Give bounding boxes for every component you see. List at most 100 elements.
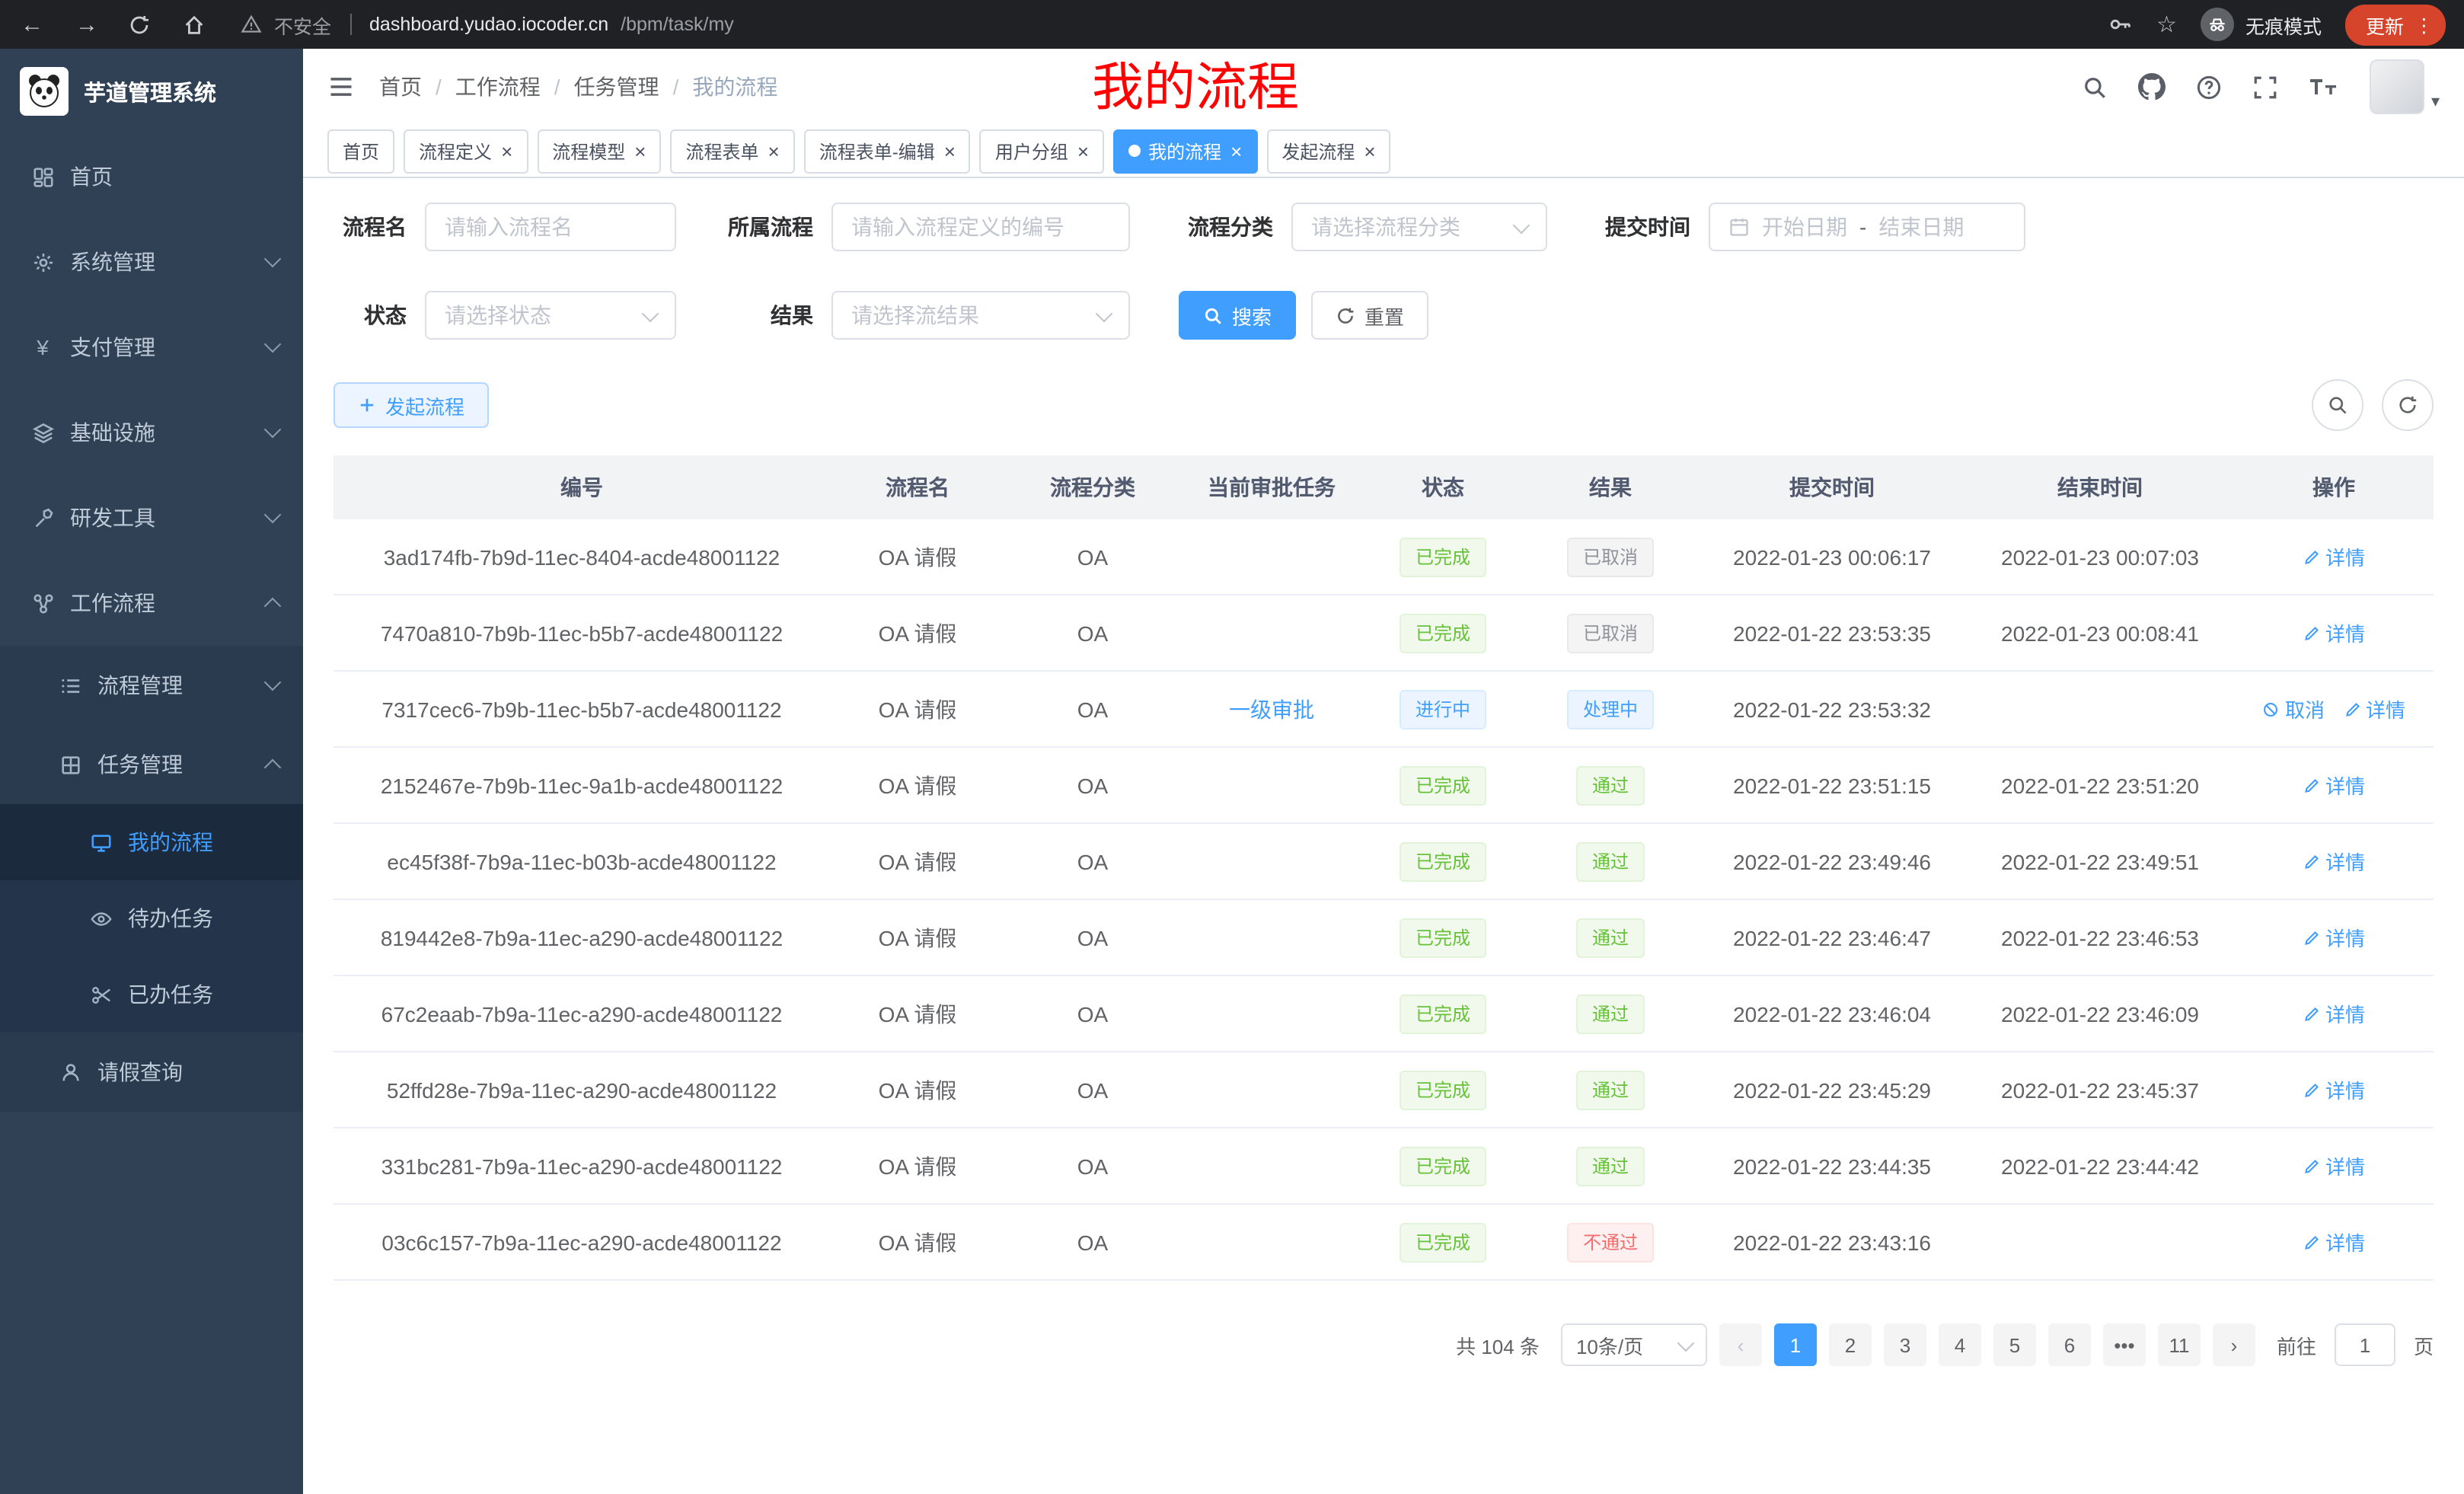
detail-link[interactable]: 详情 — [2303, 847, 2365, 876]
help-icon[interactable] — [2197, 74, 2223, 100]
result-badge: 通过 — [1577, 918, 1644, 957]
page-button[interactable]: 2 — [1829, 1323, 1872, 1366]
detail-link[interactable]: 详情 — [2303, 542, 2365, 571]
detail-link[interactable]: 详情 — [2343, 694, 2405, 723]
detail-link[interactable]: 详情 — [2303, 1227, 2365, 1256]
tab-process-model[interactable]: 流程模型× — [537, 129, 661, 173]
url-host: dashboard.yudao.iocoder.cn — [369, 14, 608, 35]
sidebar-item-payment[interactable]: ¥ 支付管理 — [0, 305, 303, 390]
page-button[interactable]: 4 — [1939, 1323, 1981, 1366]
search-button[interactable]: 搜索 — [1179, 291, 1296, 340]
close-icon[interactable]: × — [768, 139, 780, 162]
address-bar[interactable]: 不安全 dashboard.yudao.iocoder.cn/bpm/task/… — [210, 10, 2108, 39]
goto-page-input[interactable] — [2335, 1323, 2395, 1366]
sidebar-item-devtools[interactable]: 研发工具 — [0, 475, 303, 560]
detail-link[interactable]: 详情 — [2303, 923, 2365, 952]
breadcrumb-separator: / — [554, 75, 560, 99]
process-name-input[interactable] — [425, 203, 676, 251]
category-select[interactable]: 请选择流程分类 — [1291, 203, 1547, 251]
detail-link[interactable]: 详情 — [2303, 1075, 2365, 1104]
sidebar-item-workflow[interactable]: 工作流程 — [0, 560, 303, 646]
next-page-button[interactable]: › — [2213, 1323, 2255, 1366]
breadcrumb-home[interactable]: 首页 — [379, 72, 422, 102]
sidebar-item-system[interactable]: 系统管理 — [0, 219, 303, 305]
yuan-icon: ¥ — [30, 335, 55, 359]
sidebar-item-done-tasks[interactable]: 已办任务 — [0, 956, 303, 1033]
update-button[interactable]: 更新 ⋮ — [2346, 4, 2446, 45]
detail-link[interactable]: 详情 — [2303, 1151, 2365, 1180]
bookmark-star-icon[interactable]: ☆ — [2156, 11, 2177, 38]
fullscreen-icon[interactable] — [2253, 74, 2279, 100]
home-icon[interactable] — [183, 13, 210, 36]
status-badge: 已完成 — [1400, 765, 1486, 805]
process-def-input[interactable] — [831, 203, 1130, 251]
eye-icon — [88, 907, 113, 930]
table-row: 52ffd28e-7b9a-11ec-a290-acde48001122 OA … — [334, 1052, 2434, 1128]
tab-process-form-edit[interactable]: 流程表单-编辑× — [804, 129, 971, 173]
page-button[interactable]: 6 — [2048, 1323, 2091, 1366]
create-process-button[interactable]: 发起流程 — [334, 382, 489, 428]
chevron-down-icon — [1677, 1334, 1695, 1352]
back-icon[interactable]: ← — [18, 11, 46, 37]
browser-menu-kebab-icon[interactable]: ⋮ — [2415, 13, 2434, 36]
reload-icon[interactable] — [128, 13, 155, 36]
detail-link[interactable]: 详情 — [2303, 771, 2365, 800]
page-button[interactable]: 3 — [1884, 1323, 1926, 1366]
calendar-icon — [1728, 216, 1750, 238]
close-icon[interactable]: × — [1364, 139, 1375, 162]
page-size-select[interactable]: 10条/页 — [1561, 1323, 1707, 1366]
close-icon[interactable]: × — [501, 139, 512, 162]
breadcrumb-task-management[interactable]: 任务管理 — [574, 72, 659, 102]
breadcrumb-workflow[interactable]: 工作流程 — [455, 72, 541, 102]
close-icon[interactable]: × — [1230, 139, 1242, 162]
app-logo[interactable]: 芋道管理系统 — [0, 49, 303, 134]
status-badge: 已完成 — [1400, 1070, 1486, 1109]
sidebar-item-task-management[interactable]: 任务管理 — [0, 725, 303, 804]
sidebar-item-home[interactable]: 首页 — [0, 134, 303, 219]
user-menu[interactable]: ▾ — [2370, 59, 2440, 114]
close-icon[interactable]: × — [634, 139, 646, 162]
sidebar-item-my-process[interactable]: 我的流程 — [0, 804, 303, 880]
reset-button[interactable]: 重置 — [1311, 291, 1428, 340]
tab-user-group[interactable]: 用户分组× — [980, 129, 1104, 173]
pagination: 共 104 条 10条/页 ‹ 1 2 3 4 5 6 ••• 11 › 前往 — [334, 1323, 2434, 1366]
sidebar-item-todo-tasks[interactable]: 待办任务 — [0, 880, 303, 956]
status-badge: 已完成 — [1400, 994, 1486, 1033]
warning-icon — [241, 14, 262, 35]
result-select[interactable]: 请选择流结果 — [831, 291, 1130, 340]
detail-link[interactable]: 详情 — [2303, 618, 2365, 647]
pagination-total: 共 104 条 — [1456, 1330, 1540, 1359]
forward-icon[interactable]: → — [73, 11, 101, 37]
detail-link[interactable]: 详情 — [2303, 999, 2365, 1028]
sidebar-item-infrastructure[interactable]: 基础设施 — [0, 390, 303, 475]
password-key-icon[interactable] — [2108, 12, 2132, 37]
page-content: 流程名 所属流程 流程分类 请选择流程分类 — [303, 178, 2464, 1366]
status-select[interactable]: 请选择状态 — [425, 291, 676, 340]
tab-process-definition[interactable]: 流程定义× — [404, 129, 528, 173]
page-button[interactable]: 11 — [2158, 1323, 2201, 1366]
tab-home[interactable]: 首页 — [327, 129, 394, 173]
date-range-picker[interactable]: 开始日期 - 结束日期 — [1709, 203, 2025, 251]
sidebar-item-leave-query[interactable]: 请假查询 — [0, 1033, 303, 1112]
font-size-icon[interactable] — [2309, 75, 2340, 99]
page-button[interactable]: 1 — [1774, 1323, 1817, 1366]
sidebar-item-process-management[interactable]: 流程管理 — [0, 646, 303, 725]
cancel-link[interactable]: 取消 — [2262, 694, 2325, 723]
page-ellipsis[interactable]: ••• — [2103, 1323, 2146, 1366]
hamburger-icon[interactable] — [327, 73, 355, 101]
tab-start-process[interactable]: 发起流程× — [1266, 129, 1390, 173]
task-link[interactable]: 一级审批 — [1229, 694, 1314, 724]
tab-process-form[interactable]: 流程表单× — [670, 129, 794, 173]
close-icon[interactable]: × — [1077, 139, 1089, 162]
avatar[interactable] — [2370, 59, 2425, 114]
caret-down-icon: ▾ — [2431, 94, 2440, 111]
toggle-search-button[interactable] — [2312, 379, 2363, 431]
github-icon[interactable] — [2139, 73, 2166, 101]
search-icon[interactable] — [2083, 74, 2108, 100]
page-button[interactable]: 5 — [1993, 1323, 2036, 1366]
screen: ← → 不安全 dashboard.yudao.iocoder.cn/bpm/t… — [0, 0, 2464, 1494]
close-icon[interactable]: × — [944, 139, 956, 162]
tab-my-process-active[interactable]: 我的流程× — [1113, 129, 1257, 173]
refresh-button[interactable] — [2382, 379, 2434, 431]
prev-page-button[interactable]: ‹ — [1719, 1323, 1762, 1366]
